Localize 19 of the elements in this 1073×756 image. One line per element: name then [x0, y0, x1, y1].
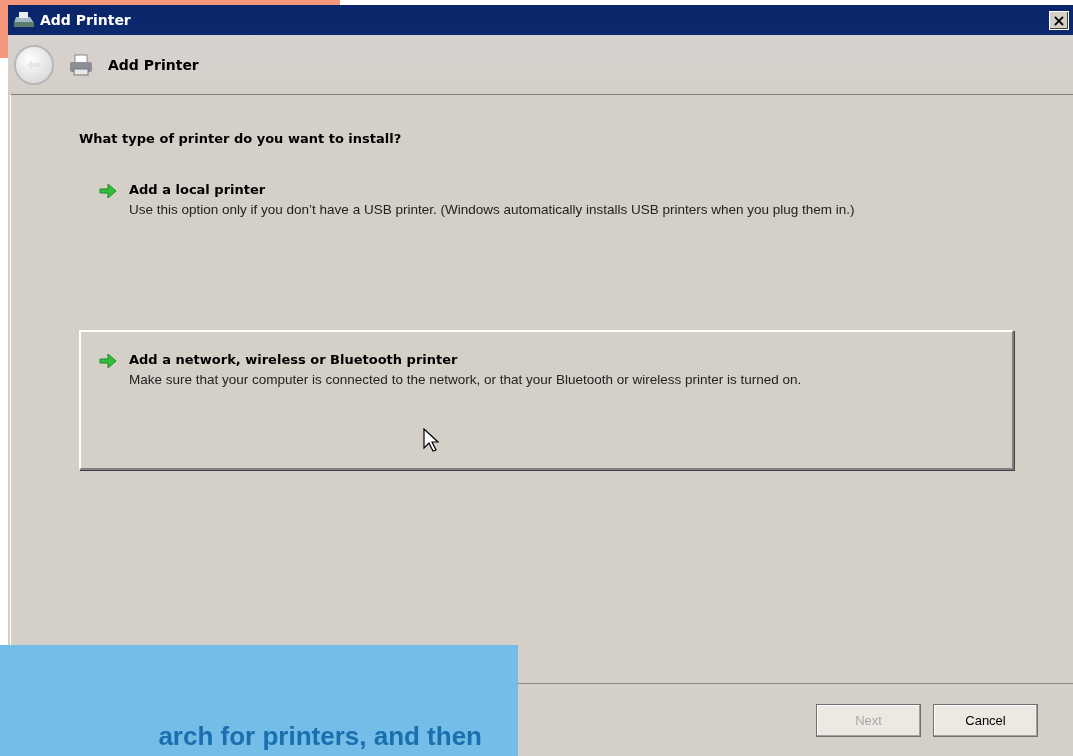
option-description: Make sure that your computer is connected to the network, or that your Bluetooth or wireless printer is turned on. [129, 371, 802, 389]
back-button[interactable] [14, 44, 54, 85]
back-arrow-icon [26, 58, 42, 71]
arrow-icon [99, 353, 117, 369]
window-title: Add Printer [40, 12, 132, 28]
option-description: Use this option only if you don’t have a USB printer. (Windows automatically installs USB printers when you plug them in.) [129, 201, 855, 219]
page-title: Add Printer [108, 56, 199, 73]
option-link[interactable]: Add a local printer Use this option only if you don’t have a USB printer. (Windows automatically installs USB printers when you plug them in.) [79, 168, 1014, 240]
arrow-icon [99, 183, 117, 199]
close-button[interactable]: × [1049, 10, 1069, 30]
cancel-button[interactable]: Cancel [933, 703, 1038, 737]
mouse-pointer-icon [423, 428, 439, 452]
option-title: Add a network, wireless or Bluetooth printer [129, 352, 459, 367]
printer-icon [12, 11, 36, 29]
callout-text: arch for printers, and then [158, 721, 482, 752]
option-link[interactable]: Add a network, wireless or Bluetooth printer Make sure that your computer is connected to the network, or that your Bluetooth or wireless printer is turned on. [79, 330, 1014, 470]
question-heading: What type of printer do you want to install? [79, 131, 403, 146]
printer-icon [68, 52, 94, 77]
option-title: Add a local printer [129, 182, 267, 197]
